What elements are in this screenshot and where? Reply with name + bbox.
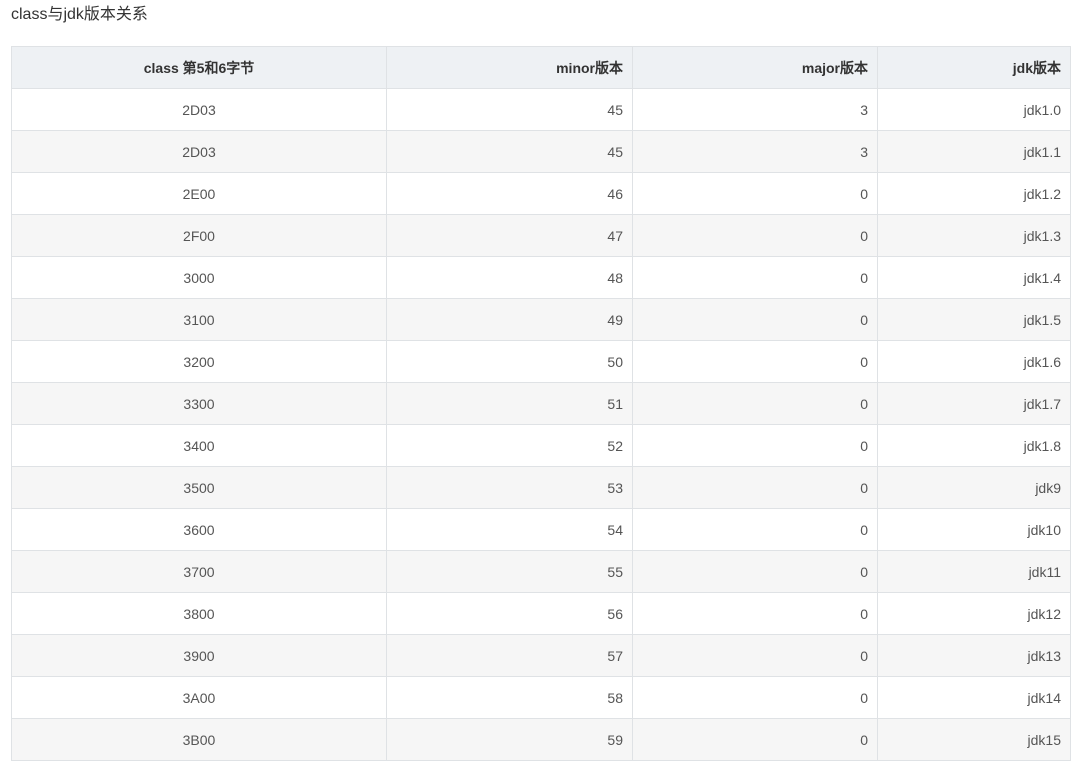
cell-minor-version: 50 bbox=[386, 340, 633, 383]
cell-major-version: 0 bbox=[632, 340, 878, 383]
table-row: 3400 52 0 jdk1.8 bbox=[11, 424, 1071, 467]
cell-class-bytes: 3700 bbox=[11, 550, 387, 593]
cell-jdk-version: jdk1.4 bbox=[877, 256, 1071, 299]
table-row: 3100 49 0 jdk1.5 bbox=[11, 298, 1071, 341]
page-title: class与jdk版本关系 bbox=[11, 6, 148, 23]
cell-jdk-version: jdk10 bbox=[877, 508, 1071, 551]
cell-major-version: 0 bbox=[632, 676, 878, 719]
table-row: 3000 48 0 jdk1.4 bbox=[11, 256, 1071, 299]
cell-minor-version: 48 bbox=[386, 256, 633, 299]
cell-major-version: 0 bbox=[632, 172, 878, 215]
table-row: 2D03 45 3 jdk1.0 bbox=[11, 88, 1071, 131]
cell-class-bytes: 3300 bbox=[11, 382, 387, 425]
cell-jdk-version: jdk1.6 bbox=[877, 340, 1071, 383]
cell-jdk-version: jdk1.1 bbox=[877, 130, 1071, 173]
cell-minor-version: 47 bbox=[386, 214, 633, 257]
table-row: 3900 57 0 jdk13 bbox=[11, 634, 1071, 677]
cell-major-version: 0 bbox=[632, 298, 878, 341]
cell-class-bytes: 2D03 bbox=[11, 88, 387, 131]
header-jdk-version: jdk版本 bbox=[877, 46, 1071, 89]
cell-major-version: 0 bbox=[632, 634, 878, 677]
cell-minor-version: 49 bbox=[386, 298, 633, 341]
cell-jdk-version: jdk12 bbox=[877, 592, 1071, 635]
cell-class-bytes: 3200 bbox=[11, 340, 387, 383]
table-row: 2D03 45 3 jdk1.1 bbox=[11, 130, 1071, 173]
cell-class-bytes: 2D03 bbox=[11, 130, 387, 173]
cell-class-bytes: 2E00 bbox=[11, 172, 387, 215]
cell-major-version: 0 bbox=[632, 508, 878, 551]
cell-major-version: 0 bbox=[632, 424, 878, 467]
cell-minor-version: 53 bbox=[386, 466, 633, 509]
cell-jdk-version: jdk1.5 bbox=[877, 298, 1071, 341]
table-row: 2F00 47 0 jdk1.3 bbox=[11, 214, 1071, 257]
cell-major-version: 0 bbox=[632, 256, 878, 299]
cell-minor-version: 55 bbox=[386, 550, 633, 593]
table-row: 3300 51 0 jdk1.7 bbox=[11, 382, 1071, 425]
cell-jdk-version: jdk13 bbox=[877, 634, 1071, 677]
cell-jdk-version: jdk15 bbox=[877, 718, 1071, 761]
cell-major-version: 0 bbox=[632, 466, 878, 509]
table-row: 3800 56 0 jdk12 bbox=[11, 592, 1071, 635]
cell-class-bytes: 3600 bbox=[11, 508, 387, 551]
cell-class-bytes: 3000 bbox=[11, 256, 387, 299]
cell-class-bytes: 3400 bbox=[11, 424, 387, 467]
cell-minor-version: 52 bbox=[386, 424, 633, 467]
table-row: 3500 53 0 jdk9 bbox=[11, 466, 1071, 509]
cell-jdk-version: jdk1.7 bbox=[877, 382, 1071, 425]
header-major-version: major版本 bbox=[632, 46, 878, 89]
table-row: 3700 55 0 jdk11 bbox=[11, 550, 1071, 593]
cell-minor-version: 59 bbox=[386, 718, 633, 761]
cell-minor-version: 45 bbox=[386, 130, 633, 173]
cell-jdk-version: jdk1.0 bbox=[877, 88, 1071, 131]
cell-jdk-version: jdk1.2 bbox=[877, 172, 1071, 215]
table-header-row: class 第5和6字节 minor版本 major版本 jdk版本 bbox=[11, 46, 1071, 89]
cell-minor-version: 57 bbox=[386, 634, 633, 677]
cell-class-bytes: 3900 bbox=[11, 634, 387, 677]
cell-jdk-version: jdk9 bbox=[877, 466, 1071, 509]
cell-major-version: 0 bbox=[632, 550, 878, 593]
cell-class-bytes: 3500 bbox=[11, 466, 387, 509]
cell-jdk-version: jdk11 bbox=[877, 550, 1071, 593]
cell-class-bytes: 3100 bbox=[11, 298, 387, 341]
cell-minor-version: 51 bbox=[386, 382, 633, 425]
cell-class-bytes: 2F00 bbox=[11, 214, 387, 257]
table-body: 2D03 45 3 jdk1.0 2D03 45 3 jdk1.1 2E00 46 0 jdk1.2 2… bbox=[11, 88, 1071, 761]
cell-jdk-version: jdk1.8 bbox=[877, 424, 1071, 467]
table-row: 3A00 58 0 jdk14 bbox=[11, 676, 1071, 719]
cell-major-version: 0 bbox=[632, 718, 878, 761]
header-class-bytes: class 第5和6字节 bbox=[11, 46, 387, 89]
header-minor-version: minor版本 bbox=[386, 46, 633, 89]
cell-minor-version: 46 bbox=[386, 172, 633, 215]
cell-major-version: 0 bbox=[632, 382, 878, 425]
cell-class-bytes: 3B00 bbox=[11, 718, 387, 761]
table-row: 3200 50 0 jdk1.6 bbox=[11, 340, 1071, 383]
version-table-container: class 第5和6字节 minor版本 major版本 jdk版本 2D03 4… bbox=[11, 46, 1071, 761]
cell-major-version: 0 bbox=[632, 214, 878, 257]
cell-minor-version: 54 bbox=[386, 508, 633, 551]
cell-major-version: 3 bbox=[632, 88, 878, 131]
cell-major-version: 3 bbox=[632, 130, 878, 173]
cell-jdk-version: jdk14 bbox=[877, 676, 1071, 719]
table-row: 3B00 59 0 jdk15 bbox=[11, 718, 1071, 761]
cell-minor-version: 45 bbox=[386, 88, 633, 131]
table-row: 2E00 46 0 jdk1.2 bbox=[11, 172, 1071, 215]
cell-minor-version: 56 bbox=[386, 592, 633, 635]
version-table: class 第5和6字节 minor版本 major版本 jdk版本 2D03 4… bbox=[11, 46, 1071, 761]
table-row: 3600 54 0 jdk10 bbox=[11, 508, 1071, 551]
cell-jdk-version: jdk1.3 bbox=[877, 214, 1071, 257]
cell-class-bytes: 3800 bbox=[11, 592, 387, 635]
cell-class-bytes: 3A00 bbox=[11, 676, 387, 719]
cell-minor-version: 58 bbox=[386, 676, 633, 719]
cell-major-version: 0 bbox=[632, 592, 878, 635]
